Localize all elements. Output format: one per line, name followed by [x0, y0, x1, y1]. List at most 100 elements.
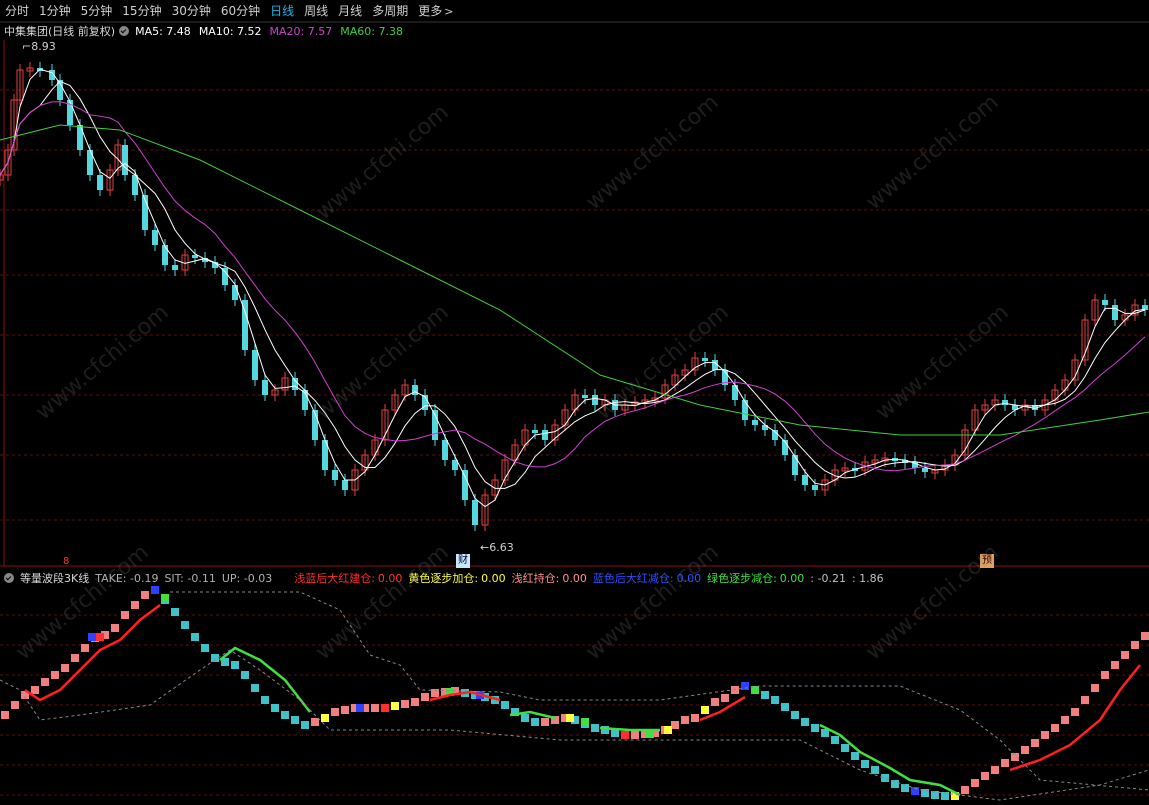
indicator-block	[31, 686, 39, 694]
indicator-block	[771, 696, 779, 704]
candle-body	[742, 400, 748, 420]
indicator-block	[341, 706, 349, 714]
indicator-block	[1121, 651, 1129, 659]
indicator-block	[241, 671, 249, 679]
candle-body	[592, 395, 598, 405]
candle-body	[152, 230, 158, 245]
indicator-block	[1141, 632, 1149, 640]
candle-body	[792, 455, 798, 475]
indicator-block	[781, 703, 789, 711]
ma20-label: MA20: 7.57	[269, 24, 333, 38]
ma20-line	[0, 101, 1146, 472]
candle-body	[332, 470, 338, 480]
low-price: 6.63	[489, 541, 514, 554]
indicator-block	[631, 731, 639, 739]
indicator-accent-block	[88, 633, 96, 641]
candle-body	[232, 285, 238, 300]
candle-body	[172, 265, 178, 270]
indicator-accent-block	[96, 633, 104, 641]
yellow-value: 0.00	[481, 571, 506, 585]
blue-red-label: 浅蓝后大红建仓:	[294, 572, 375, 585]
indicator-block	[1071, 708, 1079, 716]
candle-body	[162, 245, 168, 265]
indicator-block	[181, 621, 189, 629]
candle-body	[762, 425, 768, 430]
indicator-block	[841, 744, 849, 752]
candle-body	[442, 440, 448, 460]
indicator-block	[761, 691, 769, 699]
indicator-block	[231, 661, 239, 669]
indicator-accent-block	[664, 726, 672, 734]
high-annotation: ⌐8.93	[22, 40, 56, 53]
ma10-label: MA10: 7.52	[198, 24, 262, 38]
green-value: 0.00	[779, 571, 805, 585]
candle-body	[252, 350, 258, 380]
indicator-block	[331, 708, 339, 716]
indicator-accent-block	[381, 704, 389, 712]
kline-chart[interactable]	[0, 0, 1149, 805]
indicator-block	[791, 711, 799, 719]
indicator-block	[81, 644, 89, 652]
indicator-accent-block	[566, 714, 574, 722]
indicator-block	[981, 772, 989, 780]
marker-yu[interactable]: 预	[980, 554, 994, 568]
deep-blue-value: 0.00	[676, 571, 702, 585]
indicator-check-icon[interactable]	[4, 573, 14, 583]
indicator-block	[1051, 724, 1059, 732]
red-signal-line	[1009, 664, 1141, 772]
settings-check-icon[interactable]	[119, 26, 130, 36]
indicator-block	[721, 694, 729, 702]
indicator-block	[801, 718, 809, 726]
candle-body	[1002, 400, 1008, 405]
indicator-block	[51, 671, 59, 679]
indicator-block	[1061, 716, 1069, 724]
indicator-block	[1, 711, 9, 719]
indicator-block	[1101, 671, 1109, 679]
indicator-block	[201, 644, 209, 652]
indicator-block	[1011, 753, 1019, 761]
indicator-block	[871, 766, 879, 774]
candle-body	[1112, 305, 1118, 320]
indicator-accent-block	[701, 706, 709, 714]
extra-value-2: : 1.86	[851, 571, 884, 585]
candle-body	[752, 420, 758, 425]
indicator-block	[311, 718, 319, 726]
candle-body	[802, 475, 808, 485]
candle-body	[97, 175, 103, 190]
take-value: TAKE: -0.19	[95, 571, 159, 585]
extra-value-1: : -0.21	[810, 571, 846, 585]
candle-body	[222, 268, 228, 285]
indicator-block	[71, 654, 79, 662]
indicator-block	[711, 698, 719, 706]
candle-body	[77, 125, 83, 150]
green-signal-line	[599, 726, 660, 732]
indicator-block	[421, 693, 429, 701]
lower-envelope	[0, 649, 1149, 801]
indicator-block	[281, 711, 289, 719]
indicator-block	[961, 786, 969, 794]
indicator-block	[1001, 759, 1009, 767]
indicator-accent-block	[581, 718, 589, 726]
indicator-block	[681, 716, 689, 724]
indicator-block	[111, 624, 119, 632]
indicator-block	[301, 721, 309, 729]
candle-body	[542, 430, 548, 440]
candle-body	[412, 385, 418, 395]
blue-red-value: 0.00	[377, 571, 403, 585]
candle-body	[242, 300, 248, 350]
indicator-info-bar: 等量波段3K线 TAKE: -0.19 SIT: -0.11 UP: -0.03…	[0, 570, 890, 586]
indicator-block	[401, 700, 409, 708]
indicator-block	[811, 724, 819, 732]
high-arrow-icon: ⌐	[22, 40, 32, 53]
indicator-block	[411, 698, 419, 706]
candle-body	[472, 500, 478, 525]
indicator-block	[271, 704, 279, 712]
indicator-accent-block	[741, 682, 749, 690]
indicator-block	[831, 736, 839, 744]
indicator-block	[991, 766, 999, 774]
indicator-block	[691, 714, 699, 722]
indicator-accent-block	[621, 731, 629, 739]
candle-body	[122, 145, 128, 175]
indicator-block	[541, 718, 549, 726]
marker-cai[interactable]: 财	[456, 554, 470, 568]
